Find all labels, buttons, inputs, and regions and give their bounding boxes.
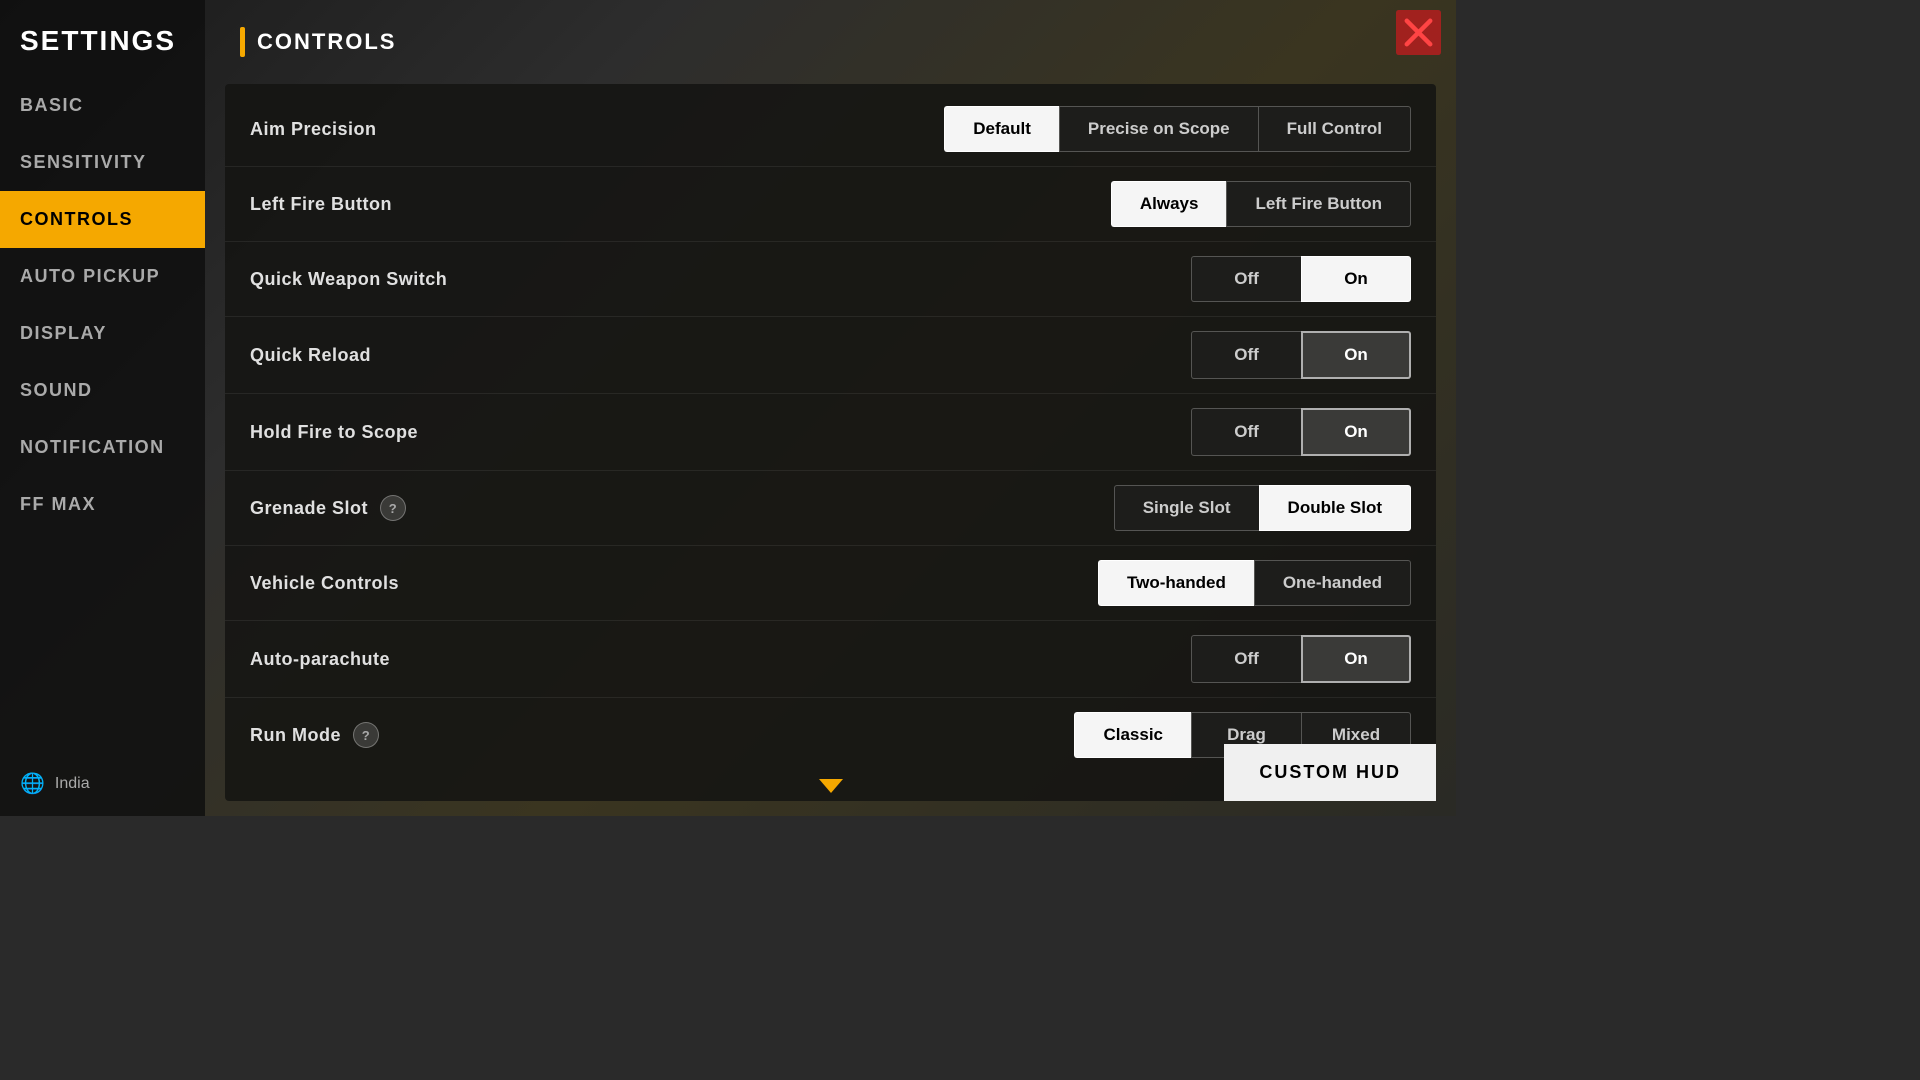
vehicle-two-handed[interactable]: Two-handed: [1098, 560, 1254, 606]
run-mode-classic[interactable]: Classic: [1074, 712, 1191, 758]
setting-label-hold-fire-to-scope: Hold Fire to Scope: [250, 422, 1191, 443]
vehicle-one-handed[interactable]: One-handed: [1254, 560, 1411, 606]
setting-label-vehicle-controls: Vehicle Controls: [250, 573, 1098, 594]
setting-row-left-fire-button: Left Fire Button Always Left Fire Button: [225, 167, 1436, 242]
vehicle-controls-options: Two-handed One-handed: [1098, 560, 1411, 606]
sidebar-item-controls[interactable]: CONTROLS: [0, 191, 205, 248]
aim-precision-controls: Default Precise on Scope Full Control: [944, 106, 1411, 152]
settings-panel: Aim Precision Default Precise on Scope F…: [225, 84, 1436, 801]
setting-label-left-fire-button: Left Fire Button: [250, 194, 1111, 215]
app-title: SETTINGS: [0, 10, 205, 77]
setting-row-grenade-slot: Grenade Slot ? Single Slot Double Slot: [225, 471, 1436, 546]
setting-label-auto-parachute: Auto-parachute: [250, 649, 1191, 670]
auto-parachute-on[interactable]: On: [1301, 635, 1411, 683]
settings-list: Aim Precision Default Precise on Scope F…: [225, 84, 1436, 771]
quick-reload-off[interactable]: Off: [1191, 331, 1301, 379]
setting-row-auto-parachute: Auto-parachute Off On: [225, 621, 1436, 698]
setting-row-hold-fire-to-scope: Hold Fire to Scope Off On: [225, 394, 1436, 471]
sidebar-item-ff-max[interactable]: FF MAX: [0, 476, 205, 533]
left-fire-button-controls: Always Left Fire Button: [1111, 181, 1411, 227]
grenade-double[interactable]: Double Slot: [1259, 485, 1411, 531]
hold-fire-to-scope-controls: Off On: [1191, 408, 1411, 456]
close-button[interactable]: [1391, 5, 1446, 60]
grenade-slot-help-icon[interactable]: ?: [380, 495, 406, 521]
quick-weapon-switch-controls: Off On: [1191, 256, 1411, 302]
left-fire-always[interactable]: Always: [1111, 181, 1227, 227]
setting-row-quick-reload: Quick Reload Off On: [225, 317, 1436, 394]
sidebar-item-display[interactable]: DISPLAY: [0, 305, 205, 362]
hold-fire-on[interactable]: On: [1301, 408, 1411, 456]
sidebar-item-sound[interactable]: SOUND: [0, 362, 205, 419]
setting-row-aim-precision: Aim Precision Default Precise on Scope F…: [225, 92, 1436, 167]
setting-label-quick-weapon-switch: Quick Weapon Switch: [250, 269, 1191, 290]
hold-fire-off[interactable]: Off: [1191, 408, 1301, 456]
quick-weapon-off[interactable]: Off: [1191, 256, 1301, 302]
main-content: CONTROLS Aim Precision Default Precise o…: [205, 0, 1456, 816]
sidebar-item-sensitivity[interactable]: SENSITIVITY: [0, 134, 205, 191]
section-title: CONTROLS: [257, 29, 396, 55]
quick-weapon-on[interactable]: On: [1301, 256, 1411, 302]
sidebar-item-auto-pickup[interactable]: AUTO PICKUP: [0, 248, 205, 305]
sidebar-item-basic[interactable]: BASIC: [0, 77, 205, 134]
sidebar-item-notification[interactable]: NOTIFICATION: [0, 419, 205, 476]
run-mode-help-icon[interactable]: ?: [353, 722, 379, 748]
aim-precision-full[interactable]: Full Control: [1258, 106, 1411, 152]
chevron-down-icon: [819, 779, 843, 793]
setting-row-quick-weapon-switch: Quick Weapon Switch Off On: [225, 242, 1436, 317]
aim-precision-default[interactable]: Default: [944, 106, 1059, 152]
setting-label-run-mode: Run Mode ?: [250, 722, 1074, 748]
grenade-single[interactable]: Single Slot: [1114, 485, 1259, 531]
section-header: CONTROLS: [225, 15, 1436, 69]
setting-label-quick-reload: Quick Reload: [250, 345, 1191, 366]
setting-row-vehicle-controls: Vehicle Controls Two-handed One-handed: [225, 546, 1436, 621]
quick-reload-controls: Off On: [1191, 331, 1411, 379]
custom-hud-button[interactable]: CUSTOM HUD: [1224, 744, 1436, 801]
globe-icon: 🌐: [20, 771, 45, 796]
left-fire-button-option[interactable]: Left Fire Button: [1226, 181, 1411, 227]
setting-label-grenade-slot: Grenade Slot ?: [250, 495, 1114, 521]
region-label: India: [55, 775, 90, 793]
quick-reload-on[interactable]: On: [1301, 331, 1411, 379]
auto-parachute-controls: Off On: [1191, 635, 1411, 683]
sidebar-footer: 🌐 India: [0, 751, 205, 816]
auto-parachute-off[interactable]: Off: [1191, 635, 1301, 683]
grenade-slot-controls: Single Slot Double Slot: [1114, 485, 1411, 531]
aim-precision-precise[interactable]: Precise on Scope: [1059, 106, 1258, 152]
setting-label-aim-precision: Aim Precision: [250, 119, 944, 140]
sidebar: SETTINGS BASIC SENSITIVITY CONTROLS AUTO…: [0, 0, 205, 816]
section-indicator: [240, 27, 245, 57]
